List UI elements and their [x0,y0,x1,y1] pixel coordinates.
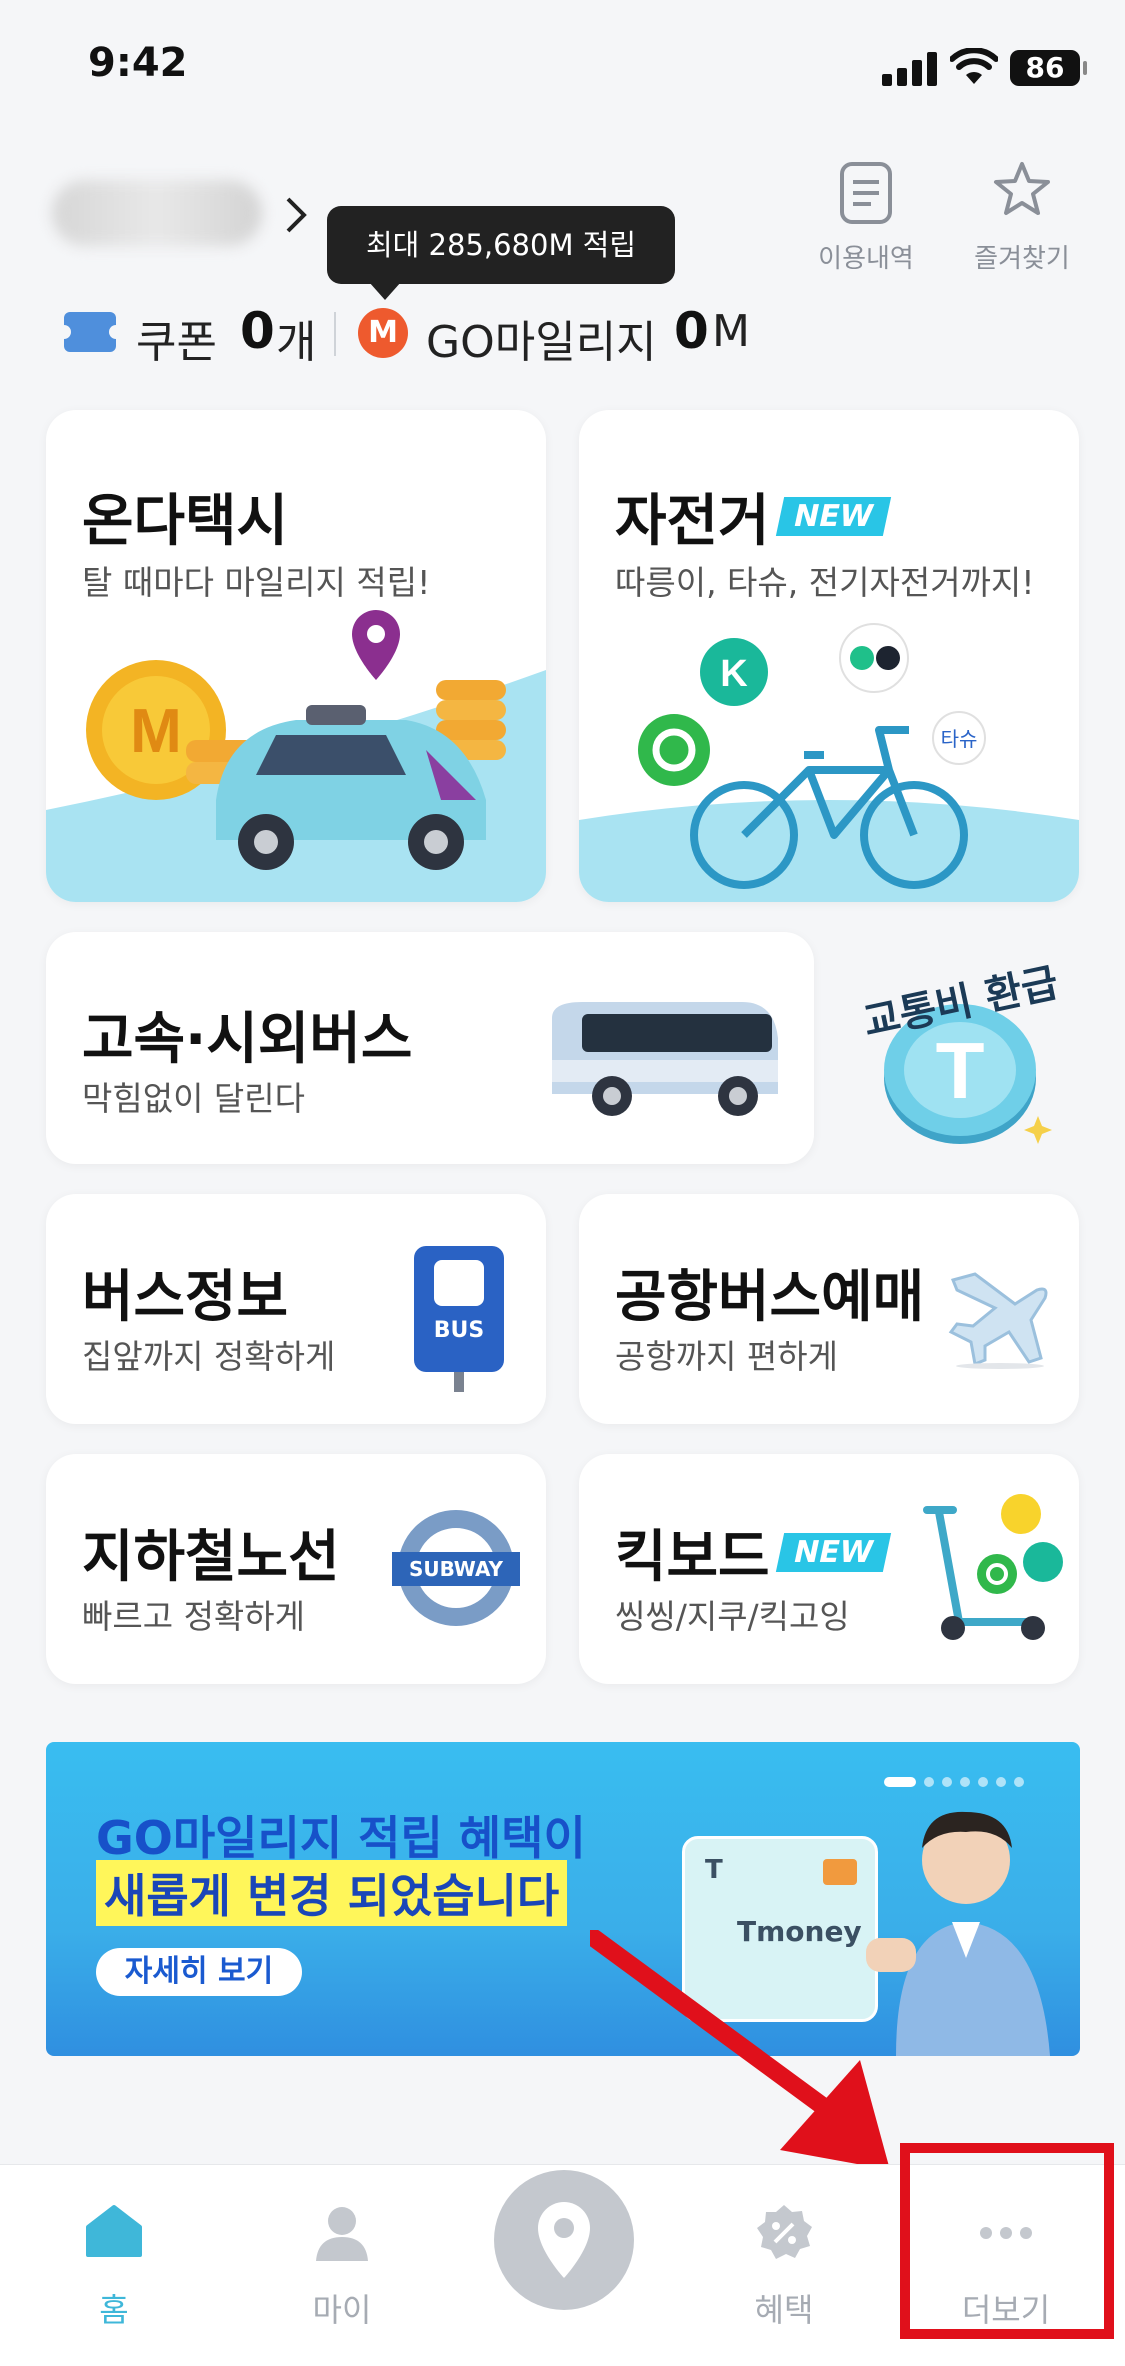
airport-bus-title: 공항버스예매 [615,1265,925,1330]
favorites-label: 즐겨찾기 [974,244,1070,274]
carousel-indicator [876,1772,1024,1787]
taxi-card[interactable]: 온다택시 탈 때마다 마일리지 적립! M [46,410,546,902]
nav-my-label: 마이 [312,2291,372,2329]
kickboard-illustration [923,1494,1063,1640]
mileage-icon: M [358,308,408,358]
mileage-tooltip: 최대 285,680M 적립 [327,206,675,300]
subway-card[interactable]: 지하철노선 빠르고 정확하게 SUBWAY [46,1454,546,1684]
coupon-unit: 개 [276,317,317,368]
star-icon [994,162,1050,215]
person-icon [316,2207,368,2261]
bus-sign-label: BUS [433,1318,485,1343]
nav-home-label: 홈 [99,2291,129,2329]
express-bus-title: 고속·시외버스 [82,1007,413,1072]
bike-title: 자전거 NEW [615,476,891,557]
svg-text:K: K [720,653,748,695]
favorites-button[interactable]: 즐겨찾기 [962,160,1082,280]
bus-stop-sign-icon: BUS [414,1246,504,1392]
new-badge: NEW [775,1533,891,1573]
svg-text:T: T [936,1026,985,1115]
nav-benefits-label: 혜택 [754,2291,814,2329]
kickboard-card[interactable]: 킥보드 NEW 씽씽/지쿠/킥고잉 [579,1454,1079,1684]
divider [334,312,336,356]
express-bus-card[interactable]: 고속·시외버스 막힘없이 달린다 [46,932,814,1164]
wifi-icon [950,48,998,84]
bus-info-card[interactable]: 버스정보 집앞까지 정확하게 BUS [46,1194,546,1424]
airport-bus-subtitle: 공항까지 편하게 [615,1337,839,1376]
home-icon [86,2205,142,2257]
subway-subtitle: 빠르고 정확하게 [82,1597,306,1636]
coupon-icon [57,312,123,352]
banner-headline-2: 새롭게 변경 되었습니다 [96,1860,568,1926]
annotation-highlight-box [900,2143,1114,2339]
annotation-arrow [590,1930,890,2170]
status-bar: 9:42 86 [0,0,1125,130]
battery-icon: 86 [1010,50,1087,86]
mileage-unit: M [712,306,750,357]
coupon-label[interactable]: 쿠폰 [136,306,217,370]
cellular-signal-icon [882,52,938,86]
history-label: 이용내역 [818,244,914,274]
bus-info-subtitle: 집앞까지 정확하게 [82,1337,336,1376]
nav-benefits[interactable]: 혜택 [704,2165,864,2365]
taxi-illustration: M [46,610,546,902]
bike-card[interactable]: 자전거 NEW 따릉이, 타슈, 전기자전거까지! K 타슈 [579,410,1079,902]
points-row: 쿠폰 0 개 M GO마일리지 0 M [57,300,1064,370]
chevron-right-icon[interactable] [282,195,312,235]
nav-my[interactable]: 마이 [262,2165,422,2365]
status-time: 9:42 [88,40,188,86]
history-button[interactable]: 이용내역 [806,160,926,280]
banner-detail-button[interactable]: 자세히 보기 [96,1948,302,1996]
location-pin-icon [538,2202,590,2278]
transport-refund-promo[interactable]: T 교통비 환급 [840,930,1080,1170]
mileage-value[interactable]: 0 [674,302,709,360]
mileage-label[interactable]: GO마일리지 [426,306,657,370]
new-badge: NEW [775,497,891,537]
kickboard-subtitle: 씽씽/지쿠/킥고잉 [615,1597,850,1636]
discount-badge-icon [757,2205,812,2259]
bus-info-title: 버스정보 [82,1265,289,1330]
bus-illustration [552,1002,778,1116]
coupon-count[interactable]: 0 [240,302,275,360]
banner-headline-1: GO마일리지 적립 혜택이 [96,1811,586,1865]
airport-bus-card[interactable]: 공항버스예매 공항까지 편하게 [579,1194,1079,1424]
nav-map-button[interactable] [494,2170,634,2310]
taxi-subtitle: 탈 때마다 마일리지 적립! [82,563,431,602]
nav-home[interactable]: 홈 [34,2165,194,2365]
express-bus-subtitle: 막힘없이 달린다 [82,1079,306,1118]
receipt-icon [840,162,892,224]
user-name[interactable] [52,180,262,246]
taxi-title: 온다택시 [82,489,289,554]
subway-title: 지하철노선 [82,1525,340,1590]
svg-text:타슈: 타슈 [941,728,978,751]
kickboard-title: 킥보드 NEW [615,1512,891,1593]
mileage-promo-banner[interactable]: GO마일리지 적립 혜택이 새롭게 변경 되었습니다 자세히 보기 T Tmon… [46,1742,1080,2056]
airplane-icon [948,1272,1048,1369]
svg-text:M: M [130,697,182,766]
bike-subtitle: 따릉이, 타슈, 전기자전거까지! [615,563,1035,602]
subway-sign-label: SUBWAY [392,1552,520,1586]
bike-illustration: K 타슈 [579,623,1079,902]
